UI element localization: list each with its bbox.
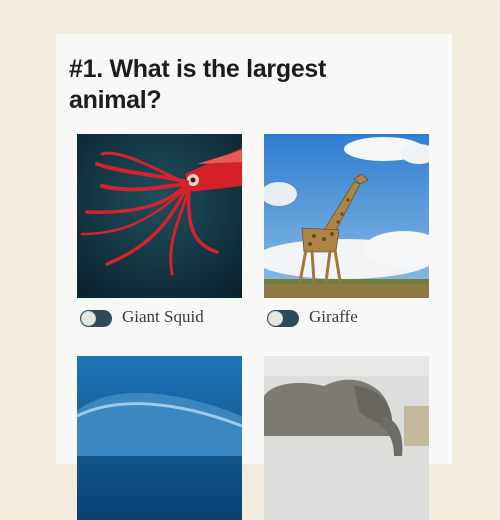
option-whale[interactable]: [77, 356, 242, 520]
giraffe-image[interactable]: [264, 134, 429, 298]
option-giraffe[interactable]: Giraffe: [264, 134, 429, 338]
elephant-image[interactable]: [264, 356, 429, 520]
option-label: Giant Squid: [122, 307, 204, 326]
giant-squid-image[interactable]: [77, 134, 242, 298]
option-toggle[interactable]: [267, 310, 299, 327]
quiz-card: #1. What is the largest animal? Giant Sq…: [56, 34, 452, 520]
toggle-knob: [268, 311, 283, 326]
question-title: #1. What is the largest animal?: [69, 55, 327, 114]
whale-image[interactable]: [77, 356, 242, 520]
toggle-knob: [81, 311, 96, 326]
option-giant-squid[interactable]: Giant Squid: [77, 134, 242, 338]
option-toggle[interactable]: [80, 310, 112, 327]
option-label: Giraffe: [309, 307, 358, 326]
option-elephant[interactable]: [264, 356, 429, 520]
